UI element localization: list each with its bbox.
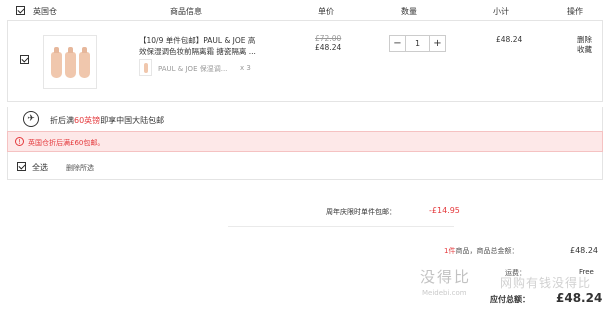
watermark-url: Meidebi.com [422, 289, 467, 297]
cart-header: 英国仓 商品信息 单价 数量 小计 操作 [7, 0, 603, 21]
select-all-label[interactable]: 全选 [32, 162, 48, 173]
discount-value: -£14.95 [429, 206, 460, 215]
variant-thumbnail [139, 59, 152, 76]
item-actions: 删除 收藏 [577, 35, 592, 55]
select-all-checkbox[interactable] [17, 162, 26, 171]
promo-text-after: 即享中国大陆包邮 [100, 116, 165, 125]
qty-increase-button[interactable]: + [429, 36, 445, 51]
watermark-slogan: 网购有钱没得比 [500, 276, 592, 290]
column-product: 商品信息 [170, 7, 202, 16]
qty-decrease-button[interactable]: − [390, 36, 406, 51]
column-subtotal: 小计 [493, 7, 509, 16]
select-all-row: 全选 删除所选 [7, 152, 603, 180]
bottle-image [65, 47, 76, 78]
shipping-warning: ! 英国仓折后满£60包邮。 [7, 131, 603, 152]
item-count-label: 1件商品，商品总金额： [444, 246, 518, 256]
store-name: 英国仓 [33, 7, 57, 16]
qty-input[interactable]: 1 [406, 36, 429, 51]
product-title[interactable]: 【10/9 单件包邮】PAUL & JOE 高 效保湿调色妆前隔离霜 搪瓷隔离 … [139, 35, 269, 57]
item-count-text: 商品，商品总金额： [455, 247, 519, 255]
info-icon: ! [15, 137, 24, 146]
select-store-checkbox[interactable] [16, 6, 25, 15]
column-price: 单价 [318, 7, 334, 16]
delete-selected-link[interactable]: 删除所选 [66, 163, 94, 173]
watermark-logo: 没得比 [420, 268, 472, 286]
shipping-promo-row: ✈ 折后满60英镑即享中国大陆包邮 [7, 107, 603, 131]
quantity-stepper: − 1 + [389, 35, 446, 52]
payable-total: £48.24 [556, 291, 603, 305]
goods-total: £48.24 [570, 246, 598, 255]
unit-price: £48.24 [315, 43, 342, 52]
item-count: 1件 [444, 247, 456, 255]
item-subtotal: £48.24 [496, 35, 523, 44]
cart-item-row: 【10/9 单件包邮】PAUL & JOE 高 效保湿调色妆前隔离霜 搪瓷隔离 … [7, 21, 603, 102]
product-thumbnail[interactable] [43, 35, 97, 89]
product-title-line: 效保湿调色妆前隔离霜 搪瓷隔离 ... [139, 47, 256, 56]
bottle-image [79, 47, 90, 78]
bottle-image [51, 47, 62, 78]
variant-qty: x 3 [240, 64, 251, 72]
product-title-line: 【10/9 单件包邮】PAUL & JOE 高 [139, 36, 256, 45]
discount-label: 周年庆限时单件包邮： [326, 208, 396, 216]
original-price: £72.00 [315, 34, 342, 43]
divider [228, 226, 454, 227]
promo-text: 折后满60英镑即享中国大陆包邮 [50, 115, 164, 126]
column-action: 操作 [567, 7, 583, 16]
airplane-icon: ✈ [23, 111, 39, 127]
variant-name: PAUL & JOE 保湿调... [158, 65, 228, 73]
column-qty: 数量 [401, 7, 417, 16]
favorite-link[interactable]: 收藏 [577, 45, 592, 55]
delete-link[interactable]: 删除 [577, 35, 592, 45]
payable-label: 应付总额： [490, 295, 530, 304]
promo-highlight: 60英镑 [74, 116, 101, 125]
promo-text-before: 折后满 [50, 116, 74, 125]
select-item-checkbox[interactable] [20, 55, 29, 64]
warning-text: 英国仓折后满£60包邮。 [28, 139, 105, 147]
